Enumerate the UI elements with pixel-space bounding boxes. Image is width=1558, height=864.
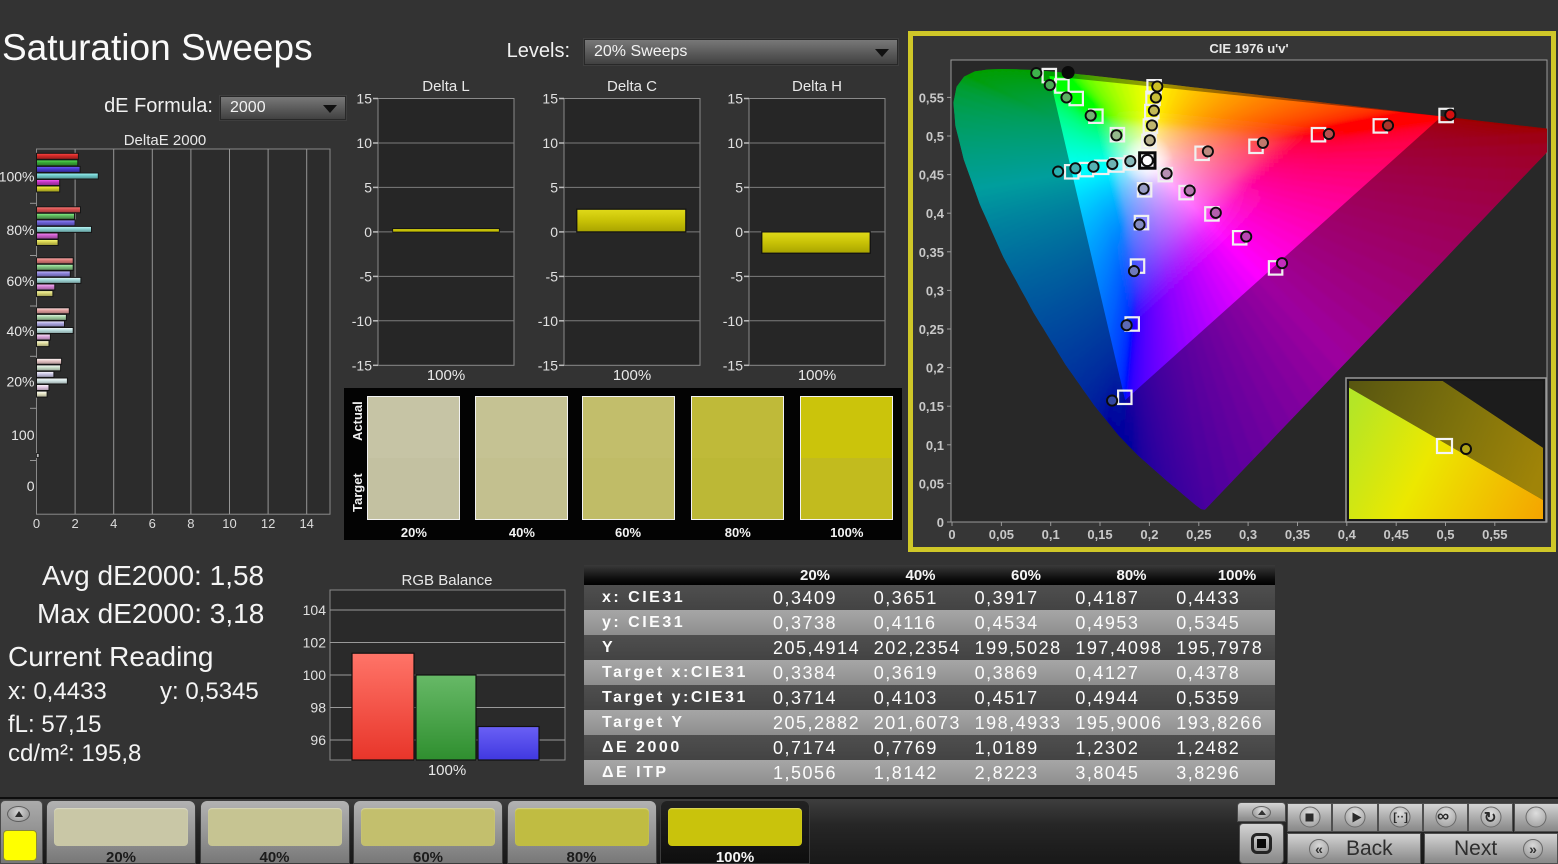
svg-text:0: 0 [27,478,35,494]
svg-text:0: 0 [364,224,372,240]
svg-text:104: 104 [303,602,327,618]
svg-text:0,5: 0,5 [926,129,944,144]
svg-text:0: 0 [937,515,944,530]
svg-text:8: 8 [187,516,194,531]
svg-text:Delta C: Delta C [607,78,657,95]
svg-text:0,55: 0,55 [919,90,944,105]
svg-text:40%: 40% [6,323,34,339]
svg-text:0,4: 0,4 [926,206,945,221]
svg-text:15: 15 [727,91,743,107]
svg-text:0: 0 [735,224,743,240]
svg-text:-15: -15 [723,357,743,373]
svg-text:0: 0 [948,527,955,542]
svg-text:Delta L: Delta L [422,78,470,95]
svg-text:0,2: 0,2 [1140,527,1158,542]
svg-text:0,1: 0,1 [926,438,944,453]
svg-text:-15: -15 [352,357,372,373]
svg-text:96: 96 [310,732,326,748]
svg-text:4: 4 [110,516,117,531]
svg-text:0,35: 0,35 [1285,527,1310,542]
svg-text:Delta H: Delta H [792,78,842,95]
svg-text:102: 102 [303,635,327,651]
svg-text:0,25: 0,25 [919,322,944,337]
svg-text:80%: 80% [6,222,34,238]
svg-text:CIE 1976 u'v': CIE 1976 u'v' [1209,41,1288,56]
svg-text:100: 100 [11,427,35,443]
svg-text:DeltaE 2000: DeltaE 2000 [124,132,207,149]
svg-text:0,4: 0,4 [1338,527,1357,542]
svg-text:5: 5 [550,179,558,195]
svg-text:-5: -5 [360,268,373,284]
svg-text:0,05: 0,05 [919,476,944,491]
svg-text:20%: 20% [6,374,34,390]
svg-text:0,05: 0,05 [989,527,1014,542]
svg-text:100%: 100% [613,367,651,384]
svg-text:0,35: 0,35 [919,245,944,260]
svg-text:-5: -5 [731,268,744,284]
svg-text:0,55: 0,55 [1482,527,1507,542]
svg-text:0: 0 [33,516,40,531]
svg-text:0,1: 0,1 [1042,527,1060,542]
svg-text:0,45: 0,45 [919,168,944,183]
svg-text:60%: 60% [6,273,34,289]
svg-text:10: 10 [356,135,372,151]
svg-text:15: 15 [356,91,372,107]
svg-text:100%: 100% [428,762,466,779]
svg-text:5: 5 [735,179,743,195]
svg-text:0,3: 0,3 [926,283,944,298]
svg-text:-10: -10 [352,313,372,329]
svg-text:10: 10 [727,135,743,151]
svg-text:0,3: 0,3 [1239,527,1257,542]
svg-text:5: 5 [364,179,372,195]
svg-text:14: 14 [299,516,313,531]
svg-text:0,45: 0,45 [1384,527,1409,542]
svg-text:0,15: 0,15 [1087,527,1112,542]
svg-text:0,5: 0,5 [1436,527,1454,542]
svg-text:12: 12 [261,516,275,531]
svg-text:100%: 100% [427,367,465,384]
svg-text:0: 0 [550,224,558,240]
svg-text:0,2: 0,2 [926,361,944,376]
svg-text:6: 6 [149,516,156,531]
svg-text:-10: -10 [538,313,558,329]
svg-text:-10: -10 [723,313,743,329]
svg-text:98: 98 [310,700,326,716]
svg-text:0,15: 0,15 [919,399,944,414]
svg-text:10: 10 [222,516,236,531]
svg-text:100%: 100% [798,367,836,384]
svg-text:2: 2 [71,516,78,531]
svg-text:-15: -15 [538,357,558,373]
svg-text:0,25: 0,25 [1186,527,1211,542]
svg-text:RGB Balance: RGB Balance [402,572,493,589]
svg-text:100: 100 [303,667,327,683]
svg-text:15: 15 [542,91,558,107]
svg-text:-5: -5 [546,268,559,284]
svg-text:100%: 100% [0,169,35,185]
svg-text:10: 10 [542,135,558,151]
